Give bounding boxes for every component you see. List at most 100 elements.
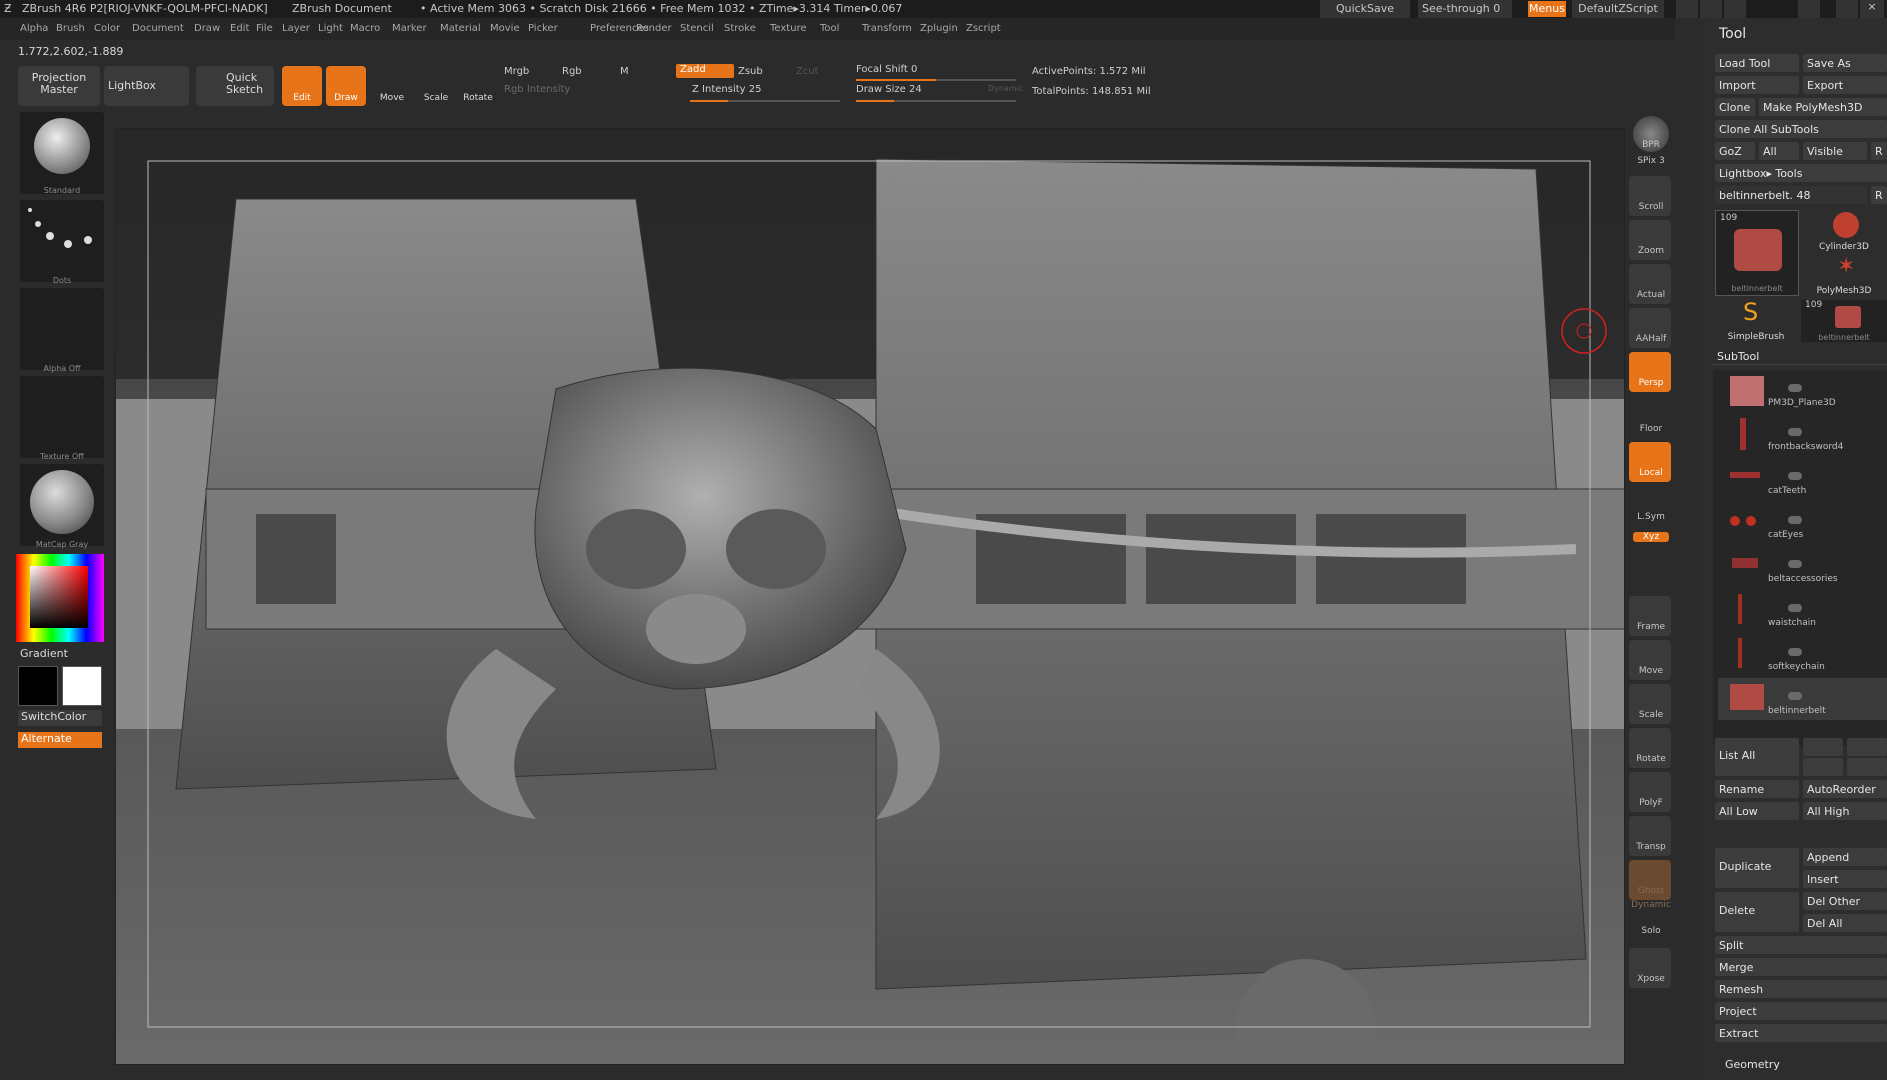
load-tool-button[interactable]: Load Tool <box>1715 54 1799 72</box>
quicksave-button[interactable]: QuickSave <box>1320 0 1410 18</box>
menu-item-render[interactable]: Render <box>636 23 672 34</box>
menu-item-color[interactable]: Color <box>94 23 120 34</box>
subtool-row[interactable]: PM3D_Plane3D <box>1718 370 1887 412</box>
seethrough-slider[interactable]: See-through 0 <box>1418 0 1512 18</box>
save-as-button[interactable]: Save As <box>1803 54 1887 72</box>
rgb-intensity-slider[interactable]: Rgb Intensity <box>504 84 570 95</box>
switchcolor-button[interactable]: SwitchColor <box>18 710 102 726</box>
rename-button[interactable]: Rename <box>1715 780 1799 798</box>
alternate-button[interactable]: Alternate <box>18 732 102 748</box>
lightbox-tools-button[interactable]: Lightbox▸ Tools <box>1715 164 1887 182</box>
menu-item-draw[interactable]: Draw <box>194 23 220 34</box>
merge-menu[interactable]: Merge <box>1715 958 1887 976</box>
append-button[interactable]: Append <box>1803 848 1887 866</box>
menu-item-texture[interactable]: Texture <box>770 23 807 34</box>
subtool-visibility-toggle[interactable] <box>1788 560 1802 568</box>
subtool-row[interactable]: beltaccessories <box>1718 546 1887 588</box>
solo-button[interactable]: Solo <box>1625 926 1677 936</box>
draw-size-slider[interactable] <box>856 100 1016 102</box>
zcut-button[interactable]: Zcut <box>796 66 819 77</box>
all-low-button[interactable]: All Low <box>1715 802 1799 820</box>
xyz-button[interactable]: Xyz <box>1633 532 1669 542</box>
lsym-button[interactable]: L.Sym <box>1625 512 1677 522</box>
texture-selector[interactable] <box>20 376 104 458</box>
zadd-button[interactable]: Zadd <box>676 64 734 78</box>
subtool-visibility-toggle[interactable] <box>1788 604 1802 612</box>
subtool-row[interactable]: catEyes <box>1718 502 1887 544</box>
all-high-button[interactable]: All High <box>1803 802 1887 820</box>
brush-selector[interactable] <box>20 112 104 194</box>
menu-item-macro[interactable]: Macro <box>350 23 380 34</box>
menu-item-tool[interactable]: Tool <box>820 23 839 34</box>
menu-item-movie[interactable]: Movie <box>490 23 520 34</box>
goz-all-button[interactable]: All <box>1759 142 1799 160</box>
default-zscript-button[interactable]: DefaultZScript <box>1572 0 1664 18</box>
make-polymesh-button[interactable]: Make PolyMesh3D <box>1759 98 1887 116</box>
focal-shift-slider[interactable] <box>856 79 1016 81</box>
move-down-arrow-icon[interactable] <box>1847 738 1887 756</box>
menu-item-stroke[interactable]: Stroke <box>724 23 756 34</box>
subtool-row[interactable]: softkeychain <box>1718 634 1887 676</box>
alpha-selector[interactable] <box>20 288 104 370</box>
subtool-visibility-toggle[interactable] <box>1788 428 1802 436</box>
minimize-icon[interactable] <box>1836 0 1858 18</box>
menu-item-brush[interactable]: Brush <box>56 23 85 34</box>
del-all-button[interactable]: Del All <box>1803 914 1887 932</box>
menu-item-zscript[interactable]: Zscript <box>966 23 1001 34</box>
insert-button[interactable]: Insert <box>1803 870 1887 888</box>
zsub-button[interactable]: Zsub <box>738 66 763 77</box>
current-tool-r-button[interactable]: R <box>1871 186 1887 204</box>
menus-toggle[interactable]: Menus <box>1528 1 1566 17</box>
color-picker[interactable] <box>16 554 104 642</box>
mrgb-button[interactable]: Mrgb <box>504 66 529 77</box>
material-selector[interactable] <box>20 464 104 546</box>
rotate-button[interactable]: Rotate <box>458 66 498 106</box>
delete-button[interactable]: Delete <box>1715 892 1799 932</box>
tool-thumb-beltinnerbelt-2[interactable]: 109 beltinnerbelt <box>1801 300 1887 342</box>
menu-item-edit[interactable]: Edit <box>230 23 249 34</box>
projection-master-button[interactable]: Projection Master <box>18 66 100 106</box>
reorder-down-icon[interactable] <box>1847 758 1887 776</box>
import-button[interactable]: Import <box>1715 76 1799 94</box>
stroke-selector[interactable] <box>20 200 104 282</box>
menu-item-document[interactable]: Document <box>132 23 184 34</box>
subtool-visibility-toggle[interactable] <box>1788 692 1802 700</box>
split-menu[interactable]: Split <box>1715 936 1887 954</box>
export-button[interactable]: Export <box>1803 76 1887 94</box>
subtool-visibility-toggle[interactable] <box>1788 384 1802 392</box>
scale-button[interactable]: Scale <box>416 66 456 106</box>
subtool-row[interactable]: frontbacksword4 <box>1718 414 1887 456</box>
menu-item-alpha[interactable]: Alpha <box>20 23 48 34</box>
tool-thumb-cylinder3d[interactable]: Cylinder3D <box>1801 210 1887 252</box>
menu-item-transform[interactable]: Transform <box>862 23 912 34</box>
edit-button[interactable]: Edit <box>282 66 322 106</box>
window-icon[interactable] <box>1700 0 1722 18</box>
layout-icon[interactable] <box>1676 0 1698 18</box>
spix-slider[interactable]: SPix 3 <box>1625 156 1677 166</box>
geometry-menu[interactable]: Geometry <box>1725 1058 1780 1071</box>
tool-panel-title[interactable]: Tool <box>1719 26 1746 42</box>
gradient-label[interactable]: Gradient <box>20 647 68 660</box>
menu-item-zplugin[interactable]: Zplugin <box>920 23 958 34</box>
tool-thumb-beltinnerbelt[interactable]: 109 beltinnerbelt <box>1715 210 1799 296</box>
current-tool-slider[interactable]: beltinnerbelt. 48 <box>1715 186 1867 204</box>
clone-all-subtools-button[interactable]: Clone All SubTools <box>1715 120 1887 138</box>
rgb-button[interactable]: Rgb <box>562 66 582 77</box>
project-menu[interactable]: Project <box>1715 1002 1887 1020</box>
reorder-up-icon[interactable] <box>1803 758 1843 776</box>
subtool-row[interactable]: waistchain <box>1718 590 1887 632</box>
extract-menu[interactable]: Extract <box>1715 1024 1887 1042</box>
main-color-swatch[interactable] <box>18 666 58 706</box>
tool-thumb-simplebrush[interactable]: S SimpleBrush <box>1715 298 1797 342</box>
draw-button[interactable]: Draw <box>326 66 366 106</box>
lightbox-button[interactable]: LightBox <box>104 66 189 106</box>
quick-sketch-button[interactable]: Quick Sketch <box>196 66 274 106</box>
menu-item-file[interactable]: File <box>256 23 273 34</box>
floppy-icon[interactable] <box>1724 0 1746 18</box>
z-intensity-slider[interactable] <box>690 100 840 102</box>
dynamic-button[interactable]: Dynamic <box>988 84 1023 93</box>
menu-item-picker[interactable]: Picker <box>528 23 558 34</box>
menu-item-layer[interactable]: Layer <box>282 23 310 34</box>
color-square[interactable] <box>30 566 88 628</box>
menu-item-material[interactable]: Material <box>440 23 481 34</box>
